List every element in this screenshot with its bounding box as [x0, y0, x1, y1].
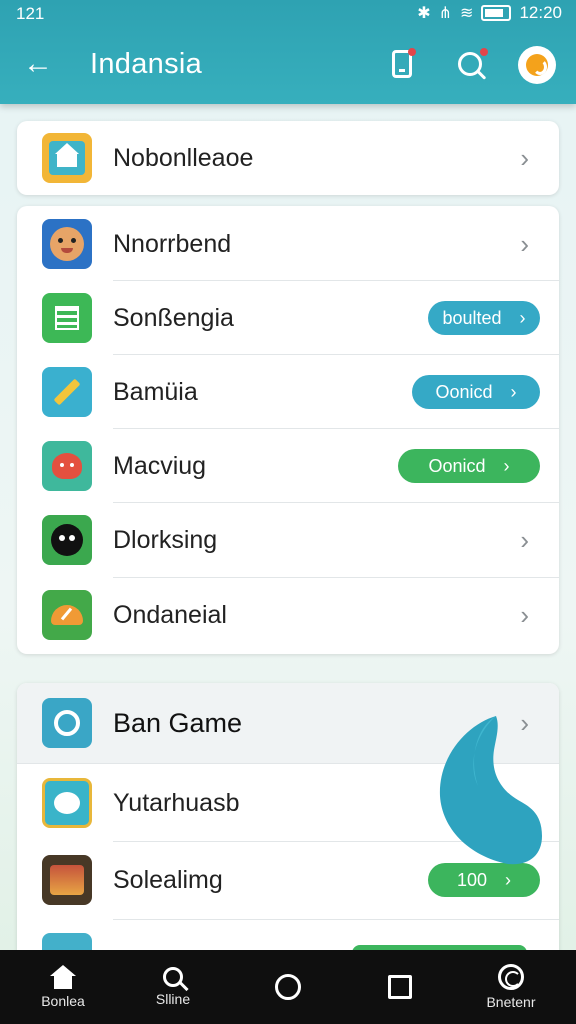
notification-dot: [408, 48, 416, 56]
chevron-right-icon: ›: [510, 381, 517, 402]
list-item-label: Yutarhuasb: [113, 788, 240, 817]
chevron-right-icon: ›: [520, 524, 529, 555]
list-item[interactable]: Sonßengia boulted ›: [17, 281, 559, 355]
search-icon: [163, 967, 183, 987]
list-icon: [42, 293, 92, 343]
status-time-left: 121: [16, 4, 45, 23]
status-pill[interactable]: Oonicd ›: [412, 375, 540, 409]
section-header-label: Ban Game: [113, 707, 243, 738]
profile-icon: [498, 964, 524, 990]
card-list: Nnorrbend › Sonßengia boulted › Bamüia O…: [17, 206, 559, 654]
game-icon: [42, 855, 92, 905]
status-pill[interactable]: 100 ›: [428, 863, 540, 897]
chevron-right-icon: ›: [520, 228, 529, 259]
chevron-right-icon: ›: [520, 599, 529, 630]
notification-dot: [480, 48, 488, 56]
chevron-right-icon: ›: [505, 869, 512, 890]
list-item[interactable]: Ondaneial ›: [17, 578, 559, 652]
gauge-icon: [42, 590, 92, 640]
list-item-label: Dlorksing: [113, 525, 218, 554]
app-bar: 121 ✱ ⋔ ≋ 12:20 ← Indansia: [0, 0, 576, 104]
bluetooth-icon: ✱: [417, 5, 431, 22]
list-item-label: Nnorrbend: [113, 229, 232, 258]
fox-icon: [42, 441, 92, 491]
bottom-nav: Bonlea Slline Bnetenr: [0, 950, 576, 1024]
nav-label: Bonlea: [41, 993, 85, 1009]
phone-button[interactable]: [382, 44, 422, 84]
home-icon: [50, 965, 76, 989]
status-time-right: 12:20: [519, 3, 562, 22]
pill-label: 100: [456, 869, 488, 890]
list-item-label: Macviug: [113, 451, 207, 480]
status-pill[interactable]: boulted ›: [428, 301, 540, 335]
nav-search[interactable]: Slline: [128, 950, 218, 1024]
back-arrow-icon[interactable]: ←: [20, 46, 56, 82]
wifi-icon: ≋: [460, 5, 474, 22]
people-icon: [42, 698, 92, 748]
chevron-right-icon: ›: [503, 455, 510, 476]
list-item[interactable]: Dlorksing ›: [17, 503, 559, 577]
signal-icon: ⋔: [438, 5, 453, 22]
bird-icon: [42, 778, 92, 828]
card-main: Nobonlleaoe ›: [17, 121, 559, 195]
list-item[interactable]: Bamüia Oonicd ›: [17, 355, 559, 429]
search-button[interactable]: [450, 44, 490, 84]
status-bar: 121 ✱ ⋔ ≋ 12:20: [0, 0, 576, 30]
chevron-right-icon: ›: [520, 142, 529, 173]
square-icon: [388, 975, 412, 999]
profile-logo-icon: [526, 54, 548, 76]
pill-label: boulted: [442, 307, 502, 328]
search-icon: [458, 52, 482, 76]
list-item-label: Solealimg: [113, 865, 223, 894]
list-item-label: Ondaneial: [113, 600, 227, 629]
nav-label: Bnetenr: [486, 994, 536, 1010]
list-item-label: Sonßengia: [113, 303, 234, 332]
avatar[interactable]: [518, 46, 556, 84]
nav-home[interactable]: Bonlea: [18, 950, 108, 1024]
list-item-label: Bamüia: [113, 377, 198, 406]
home-icon: [42, 133, 92, 183]
list-item-label: Nobonlleaoe: [113, 143, 254, 172]
chevron-right-icon: ›: [519, 307, 526, 328]
pill-label: Oonicd: [428, 455, 486, 476]
battery-icon: [481, 5, 512, 21]
circle-icon: [275, 974, 301, 1000]
floating-hand-graphic: [439, 716, 542, 865]
list-item[interactable]: Macviug Oonicd ›: [17, 429, 559, 503]
face-icon: [42, 219, 92, 269]
face-circle-icon: [42, 515, 92, 565]
nav-home-button[interactable]: [243, 950, 333, 1024]
nav-profile[interactable]: Bnetenr: [466, 950, 556, 1024]
nav-label: Slline: [155, 991, 191, 1007]
pill-label: Oonicd: [435, 381, 493, 402]
pencil-icon: [42, 367, 92, 417]
list-item[interactable]: Nnorrbend ›: [17, 207, 559, 281]
nav-recents[interactable]: [355, 950, 445, 1024]
status-pill[interactable]: Oonicd ›: [398, 449, 540, 483]
page-title: Indansia: [90, 48, 203, 80]
list-item[interactable]: Nobonlleaoe ›: [17, 121, 559, 195]
